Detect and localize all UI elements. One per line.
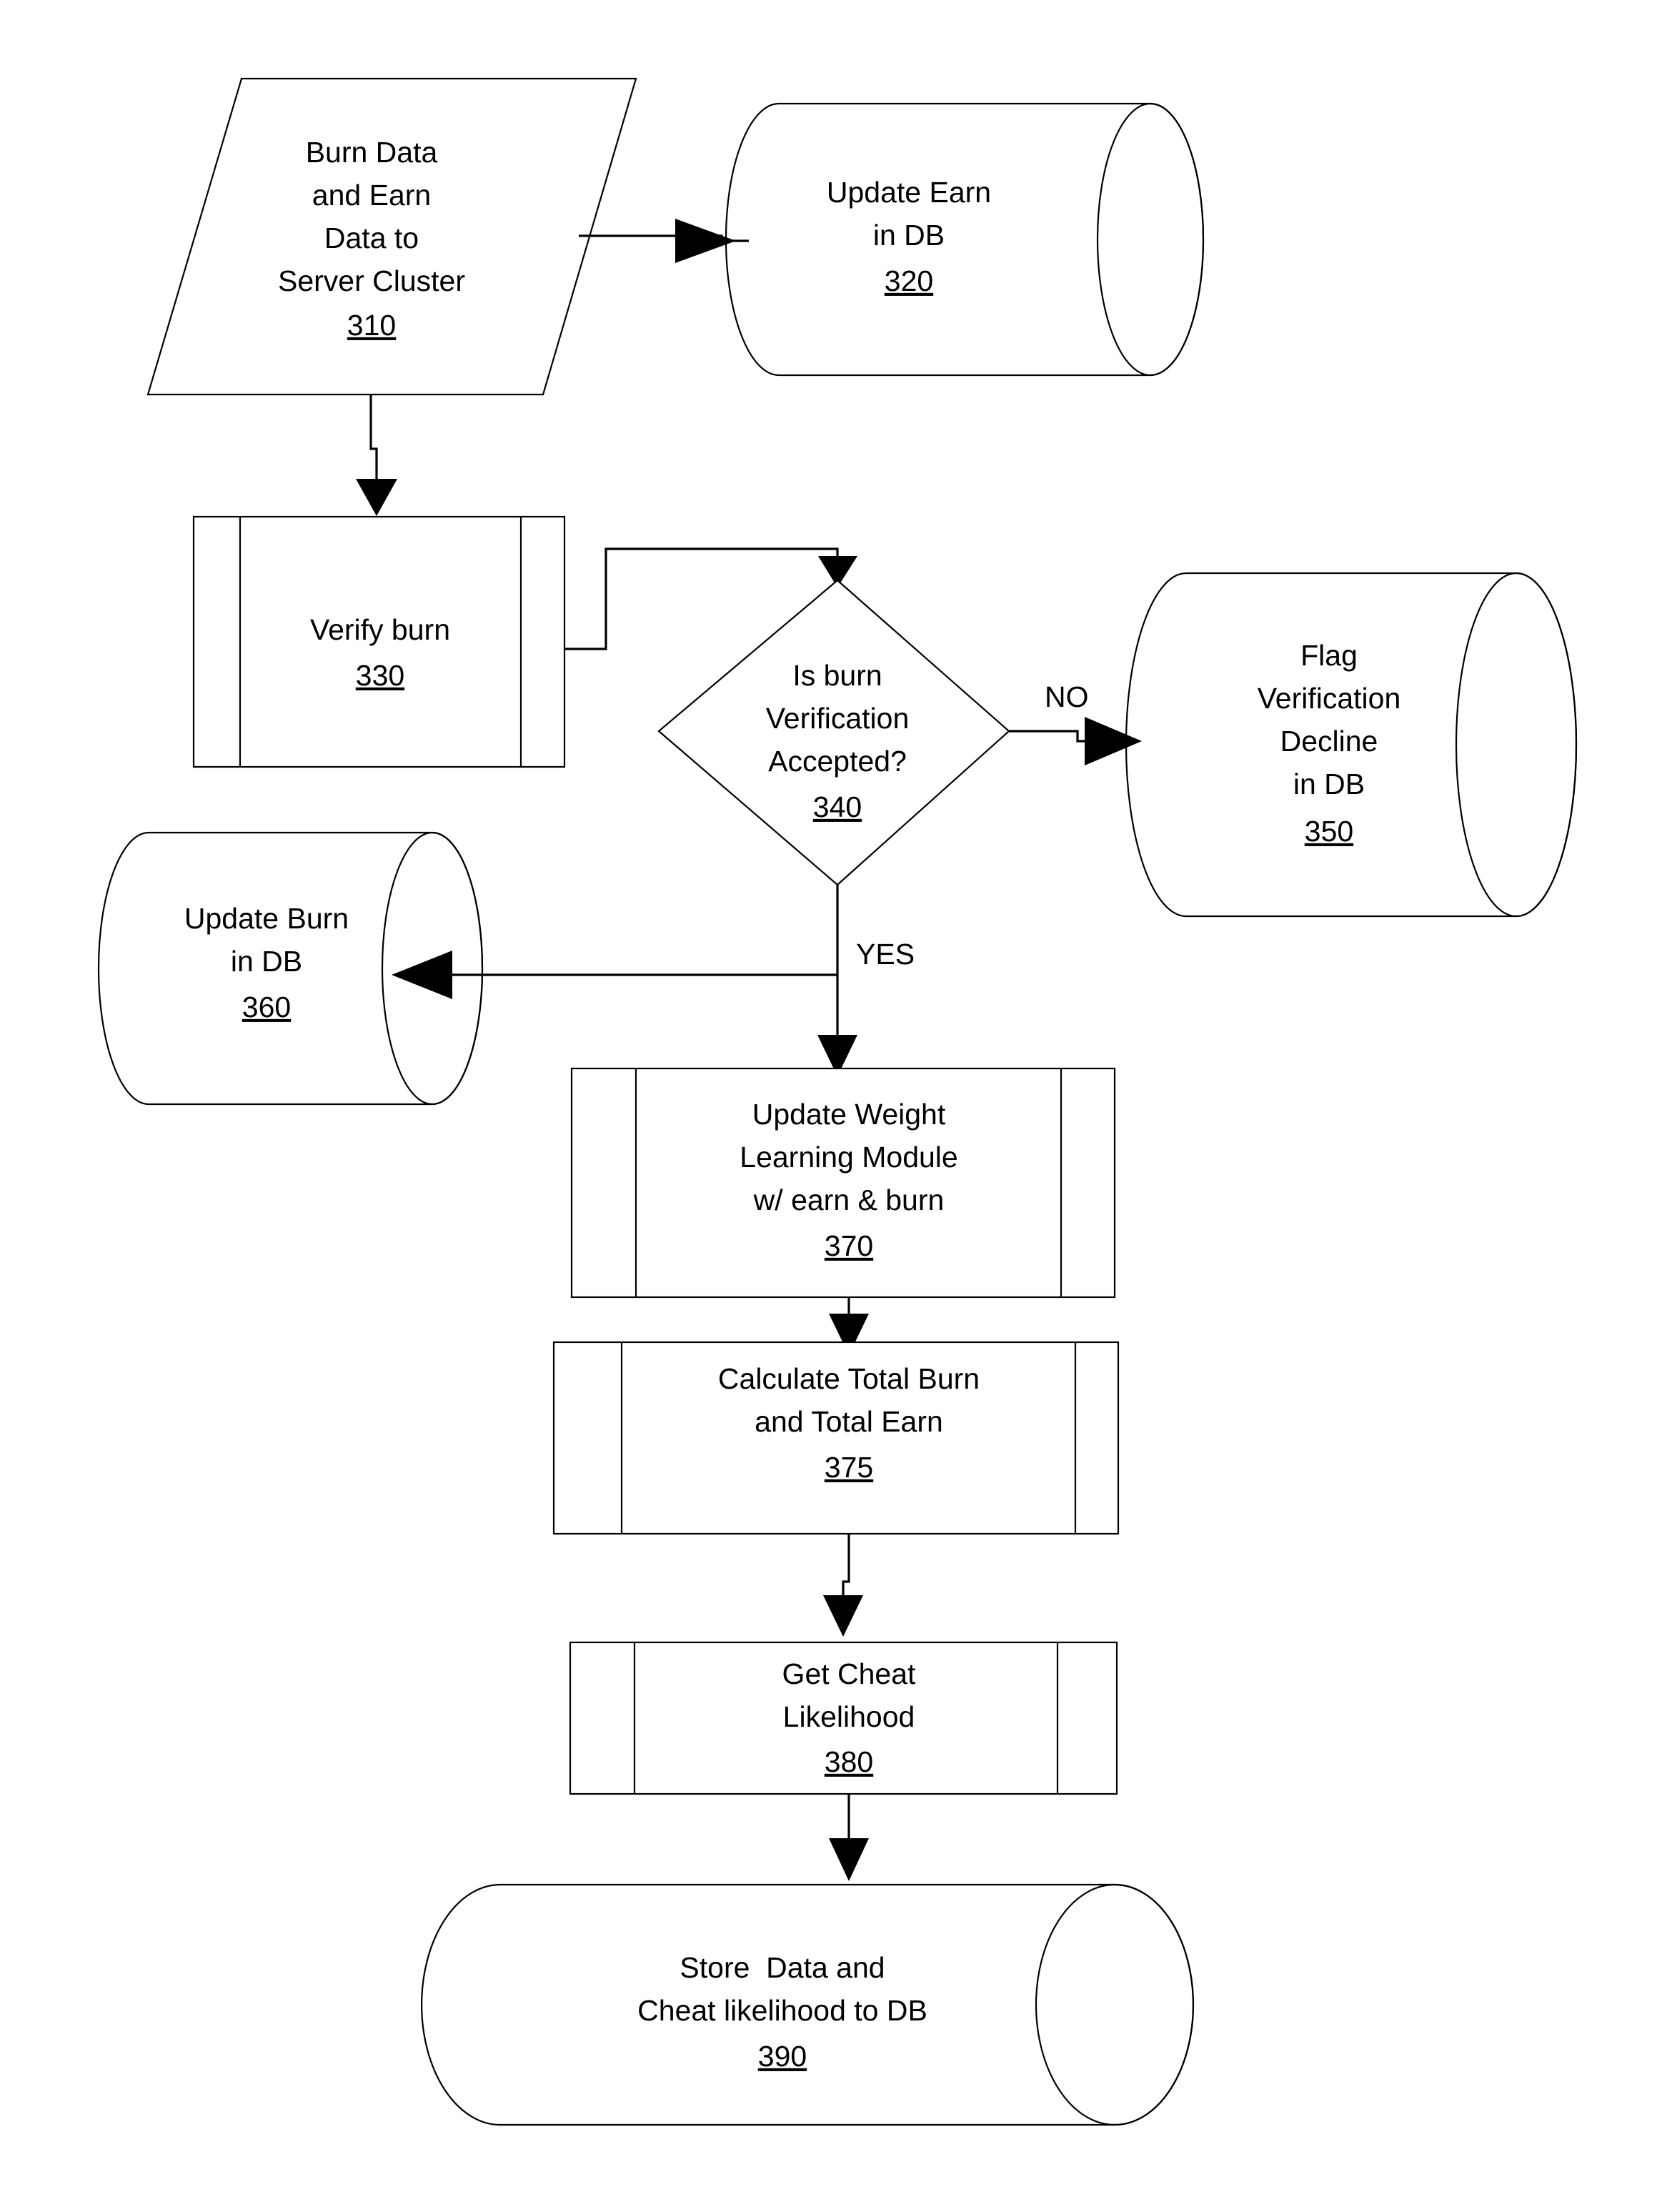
node-390-label-line-2: Cheat likelihood to DB — [637, 1994, 927, 2027]
node-310-label-line-1: Burn Data — [306, 136, 438, 169]
node-380-label-line-1: Get Cheat — [782, 1657, 916, 1690]
node-310-label-line-2: and Earn — [312, 179, 431, 212]
node-310-label-line-4: Server Cluster — [278, 264, 465, 297]
node-370-label-line-3: w/ earn & burn — [753, 1184, 945, 1216]
edge-310-to-320 — [579, 219, 749, 263]
node-310-ref: 310 — [347, 309, 396, 342]
node-330-verify-burn[interactable]: Verify burn 330 — [192, 515, 566, 768]
node-350-ref: 350 — [1305, 815, 1353, 848]
node-340-label-line-3: Accepted? — [768, 745, 907, 778]
edge-340-to-370-yes: YES — [817, 885, 915, 1076]
node-320-cylinder-body — [725, 102, 1205, 377]
node-360-ref: 360 — [242, 991, 291, 1023]
node-350-label-line-3: Decline — [1280, 725, 1378, 758]
node-350-label-line-4: in DB — [1293, 768, 1365, 800]
edge-380-to-390 — [829, 1794, 869, 1881]
node-370-label-line-2: Learning Module — [740, 1141, 957, 1174]
edge-375-to-380-arrowhead — [823, 1595, 863, 1637]
edge-375-to-380 — [823, 1534, 863, 1637]
node-320-label-line-1: Update Earn — [827, 176, 991, 209]
node-390-label-line-1: Store Data and — [680, 1951, 885, 1984]
edge-310-to-330 — [356, 395, 397, 516]
node-310-burn-data-input[interactable]: Burn Data and Earn Data to Server Cluste… — [146, 77, 637, 396]
edge-340-to-350-no: NO — [1009, 680, 1142, 765]
node-375-label-line-2: and Total Earn — [755, 1405, 943, 1438]
node-330-label-line-1: Verify burn — [310, 613, 450, 646]
node-380-get-cheat-likelihood[interactable]: Get Cheat Likelihood 380 — [569, 1641, 1118, 1795]
node-350-label-line-1: Flag — [1300, 639, 1358, 672]
node-370-ref: 370 — [825, 1229, 873, 1262]
node-375-calculate-total-burn-earn[interactable]: Calculate Total Burn and Total Earn 375 — [552, 1341, 1120, 1535]
node-340-label-line-1: Is burn — [792, 659, 882, 692]
node-340-label-line-2: Verification — [766, 702, 910, 735]
edge-label-no: NO — [1045, 680, 1089, 713]
node-370-label-line-1: Update Weight — [752, 1098, 946, 1131]
node-320-update-earn-db[interactable]: Update Earn in DB 320 — [725, 102, 1205, 377]
node-340-ref: 340 — [813, 790, 862, 823]
node-330-ref: 330 — [356, 659, 404, 692]
edge-310-to-330-arrowhead — [356, 479, 397, 516]
node-360-label-line-2: in DB — [231, 945, 302, 978]
node-375-label-line-1: Calculate Total Burn — [718, 1362, 980, 1395]
flowchart-svg: Burn Data and Earn Data to Server Cluste… — [97, 77, 1578, 2126]
edge-label-yes: YES — [856, 938, 915, 971]
node-380-ref: 380 — [825, 1745, 873, 1778]
node-360-label-line-1: Update Burn — [184, 902, 349, 935]
node-370-update-weight-learning-module[interactable]: Update Weight Learning Module w/ earn & … — [570, 1067, 1116, 1299]
node-340-decision-burn-verification[interactable]: Is burn Verification Accepted? 340 — [657, 579, 1010, 886]
node-320-ref: 320 — [885, 264, 933, 297]
node-310-label-line-3: Data to — [324, 222, 419, 254]
flowchart-canvas: Burn Data and Earn Data to Server Cluste… — [0, 0, 1672, 2212]
node-350-flag-verification-decline-db[interactable]: Flag Verification Decline in DB 350 — [1125, 572, 1578, 918]
node-320-label-line-2: in DB — [873, 219, 945, 252]
node-375-ref: 375 — [825, 1451, 873, 1484]
node-390-ref: 390 — [758, 2040, 807, 2073]
node-390-store-data-cheat-likelihood-db[interactable]: Store Data and Cheat likelihood to DB 39… — [420, 1883, 1195, 2126]
node-350-label-line-2: Verification — [1258, 682, 1401, 715]
edge-380-to-390-arrowhead — [829, 1838, 869, 1881]
node-380-label-line-2: Likelihood — [783, 1700, 915, 1733]
